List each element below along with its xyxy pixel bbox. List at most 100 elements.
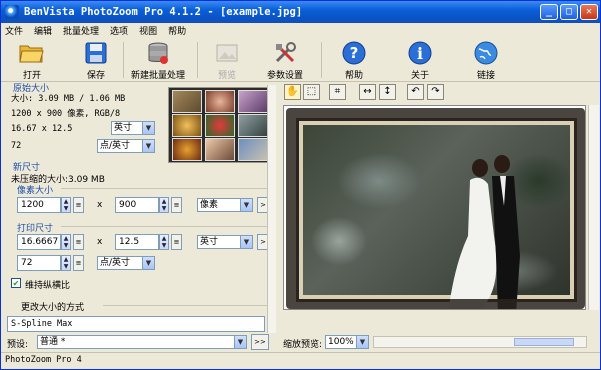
divider xyxy=(61,226,271,227)
close-button[interactable]: ✕ xyxy=(580,4,598,20)
rotate-left-button[interactable]: ↶ xyxy=(407,84,424,100)
inches-text: 16.67 x 12.5 xyxy=(11,124,73,134)
menu-help[interactable]: 帮助 xyxy=(168,24,186,37)
preset-more-button[interactable]: >> xyxy=(251,334,269,350)
menu-edit[interactable]: 编辑 xyxy=(34,24,52,37)
preview-scrollbar[interactable] xyxy=(588,105,599,310)
height-px-menu-button[interactable]: ≡ xyxy=(171,197,182,213)
width-in-spinner[interactable]: ▲ ▼ xyxy=(61,234,71,250)
height-in-menu-button[interactable]: ≡ xyxy=(171,234,182,250)
thumbnail[interactable] xyxy=(172,114,202,137)
bottom-bar: 预设: 普通 * ▼ >> 缩放预览: 100% ▼ xyxy=(1,334,600,352)
menu-options[interactable]: 选项 xyxy=(110,24,128,37)
thumbnail[interactable] xyxy=(172,138,202,161)
app-icon xyxy=(5,5,19,19)
preview-button[interactable]: 预览 xyxy=(214,40,240,81)
keep-ratio-checkbox[interactable]: ✔ xyxy=(11,278,21,288)
dpi-unit-select[interactable]: 点/英寸 ▼ xyxy=(97,256,155,270)
vertical-arrows-icon: ↕ xyxy=(383,86,392,97)
maximize-button[interactable]: □ xyxy=(560,4,578,20)
height-in-input[interactable]: 12.5 xyxy=(115,234,159,250)
menu-view[interactable]: 视图 xyxy=(139,24,157,37)
print-unit-select[interactable]: 英寸 ▼ xyxy=(197,235,253,249)
minimize-button[interactable]: _ xyxy=(540,4,558,20)
status-text: PhotoZoom Pro 4 xyxy=(5,355,82,365)
width-in-menu-button[interactable]: ≡ xyxy=(73,234,84,250)
thumbnail[interactable] xyxy=(205,90,235,113)
preview-pane: ✋ ⬚ ⌗ ↔ ↕ ↶ ↷ xyxy=(279,81,600,333)
divider xyxy=(103,305,271,306)
thumbnail[interactable] xyxy=(205,114,235,137)
svg-text:i: i xyxy=(417,44,423,63)
zoom-select[interactable]: 100% ▼ xyxy=(325,335,369,349)
dpi-menu-button[interactable]: ≡ xyxy=(73,255,84,271)
crop-button[interactable]: ⌗ xyxy=(329,84,346,100)
width-px-spinner[interactable]: ▲ ▼ xyxy=(61,197,71,213)
thumbnail-strip xyxy=(168,87,273,163)
settings-panel: 原始大小 大小: 3.09 MB / 1.06 MB 1200 x 900 像素… xyxy=(3,81,279,333)
keep-ratio-label: 维持纵横比 xyxy=(25,281,71,291)
save-button[interactable]: 保存 xyxy=(83,40,109,81)
panel-scrollbar[interactable] xyxy=(267,85,276,333)
about-button[interactable]: i 关于 xyxy=(407,40,433,81)
print-size-title: 打印尺寸 xyxy=(17,224,54,234)
dpi-input[interactable]: 72 xyxy=(17,255,61,271)
times-label: x xyxy=(97,237,103,247)
toolbar-separator xyxy=(197,42,198,78)
rotate-left-icon: ↶ xyxy=(411,86,420,97)
times-label: x xyxy=(97,200,103,210)
thumbnail[interactable] xyxy=(238,90,268,113)
settings-button[interactable]: 参数设置 xyxy=(267,40,303,81)
open-button[interactable]: 打开 xyxy=(19,40,45,81)
folder-open-icon xyxy=(19,40,45,66)
scroll-thumb[interactable] xyxy=(514,338,574,346)
toolbar-separator xyxy=(321,42,322,78)
height-in-spinner[interactable]: ▲ ▼ xyxy=(159,234,169,250)
fit-height-button[interactable]: ↕ xyxy=(379,84,396,100)
thumbnail[interactable] xyxy=(238,138,268,161)
resize-method-field[interactable]: S-Spline Max xyxy=(7,316,265,332)
chevron-down-icon: ▼ xyxy=(240,199,252,211)
thumbnail[interactable] xyxy=(238,114,268,137)
new-batch-button[interactable]: 新建批量处理 xyxy=(131,40,185,81)
chevron-down-icon: ▼ xyxy=(142,122,154,134)
preset-select[interactable]: 普通 * ▼ xyxy=(37,335,247,349)
help-button[interactable]: ? 帮助 xyxy=(341,40,367,81)
resize-method-title: 更改大小的方式 xyxy=(21,303,85,313)
select-tool-button[interactable]: ⬚ xyxy=(303,84,320,100)
database-stack-icon xyxy=(145,40,171,66)
width-px-menu-button[interactable]: ≡ xyxy=(73,197,84,213)
file-size-text: 大小: 3.09 MB / 1.06 MB xyxy=(11,94,126,104)
tools-icon xyxy=(272,40,298,66)
link-button[interactable]: 链接 xyxy=(473,40,499,81)
chevron-down-icon: ▼ xyxy=(142,257,154,269)
width-px-input[interactable]: 1200 xyxy=(17,197,61,213)
thumbnail[interactable] xyxy=(205,138,235,161)
horizontal-arrows-icon: ↔ xyxy=(363,86,372,97)
menu-bar: 文件 编辑 批量处理 选项 视图 帮助 xyxy=(1,23,600,38)
thumbnail[interactable] xyxy=(172,90,202,113)
chevron-down-icon: ▼ xyxy=(234,336,246,348)
image-preview[interactable] xyxy=(283,105,586,310)
globe-icon xyxy=(473,40,499,66)
menu-batch[interactable]: 批量处理 xyxy=(63,24,99,37)
menu-file[interactable]: 文件 xyxy=(5,24,23,37)
width-in-input[interactable]: 16.6667 xyxy=(17,234,61,250)
fit-width-button[interactable]: ↔ xyxy=(359,84,376,100)
preview-image-icon xyxy=(214,40,240,66)
original-dpi-unit-select[interactable]: 点/英寸 ▼ xyxy=(97,139,155,153)
original-unit-select[interactable]: 英寸 ▼ xyxy=(111,121,155,135)
marquee-icon: ⬚ xyxy=(306,86,317,97)
height-px-input[interactable]: 900 xyxy=(115,197,159,213)
rotate-right-button[interactable]: ↷ xyxy=(427,84,444,100)
horizontal-scrollbar[interactable] xyxy=(373,336,587,348)
dpi-spinner[interactable]: ▲ ▼ xyxy=(61,255,71,271)
height-px-spinner[interactable]: ▲ ▼ xyxy=(159,197,169,213)
title-bar: BenVista PhotoZoom Pro 4.1.2 - [example.… xyxy=(1,1,600,23)
wedding-couple-illustration xyxy=(448,155,520,309)
info-icon: i xyxy=(407,40,433,66)
hand-tool-button[interactable]: ✋ xyxy=(284,84,301,100)
floppy-disk-icon xyxy=(83,40,109,66)
pixel-unit-select[interactable]: 像素 ▼ xyxy=(197,198,253,212)
toolbar-separator xyxy=(123,42,124,78)
